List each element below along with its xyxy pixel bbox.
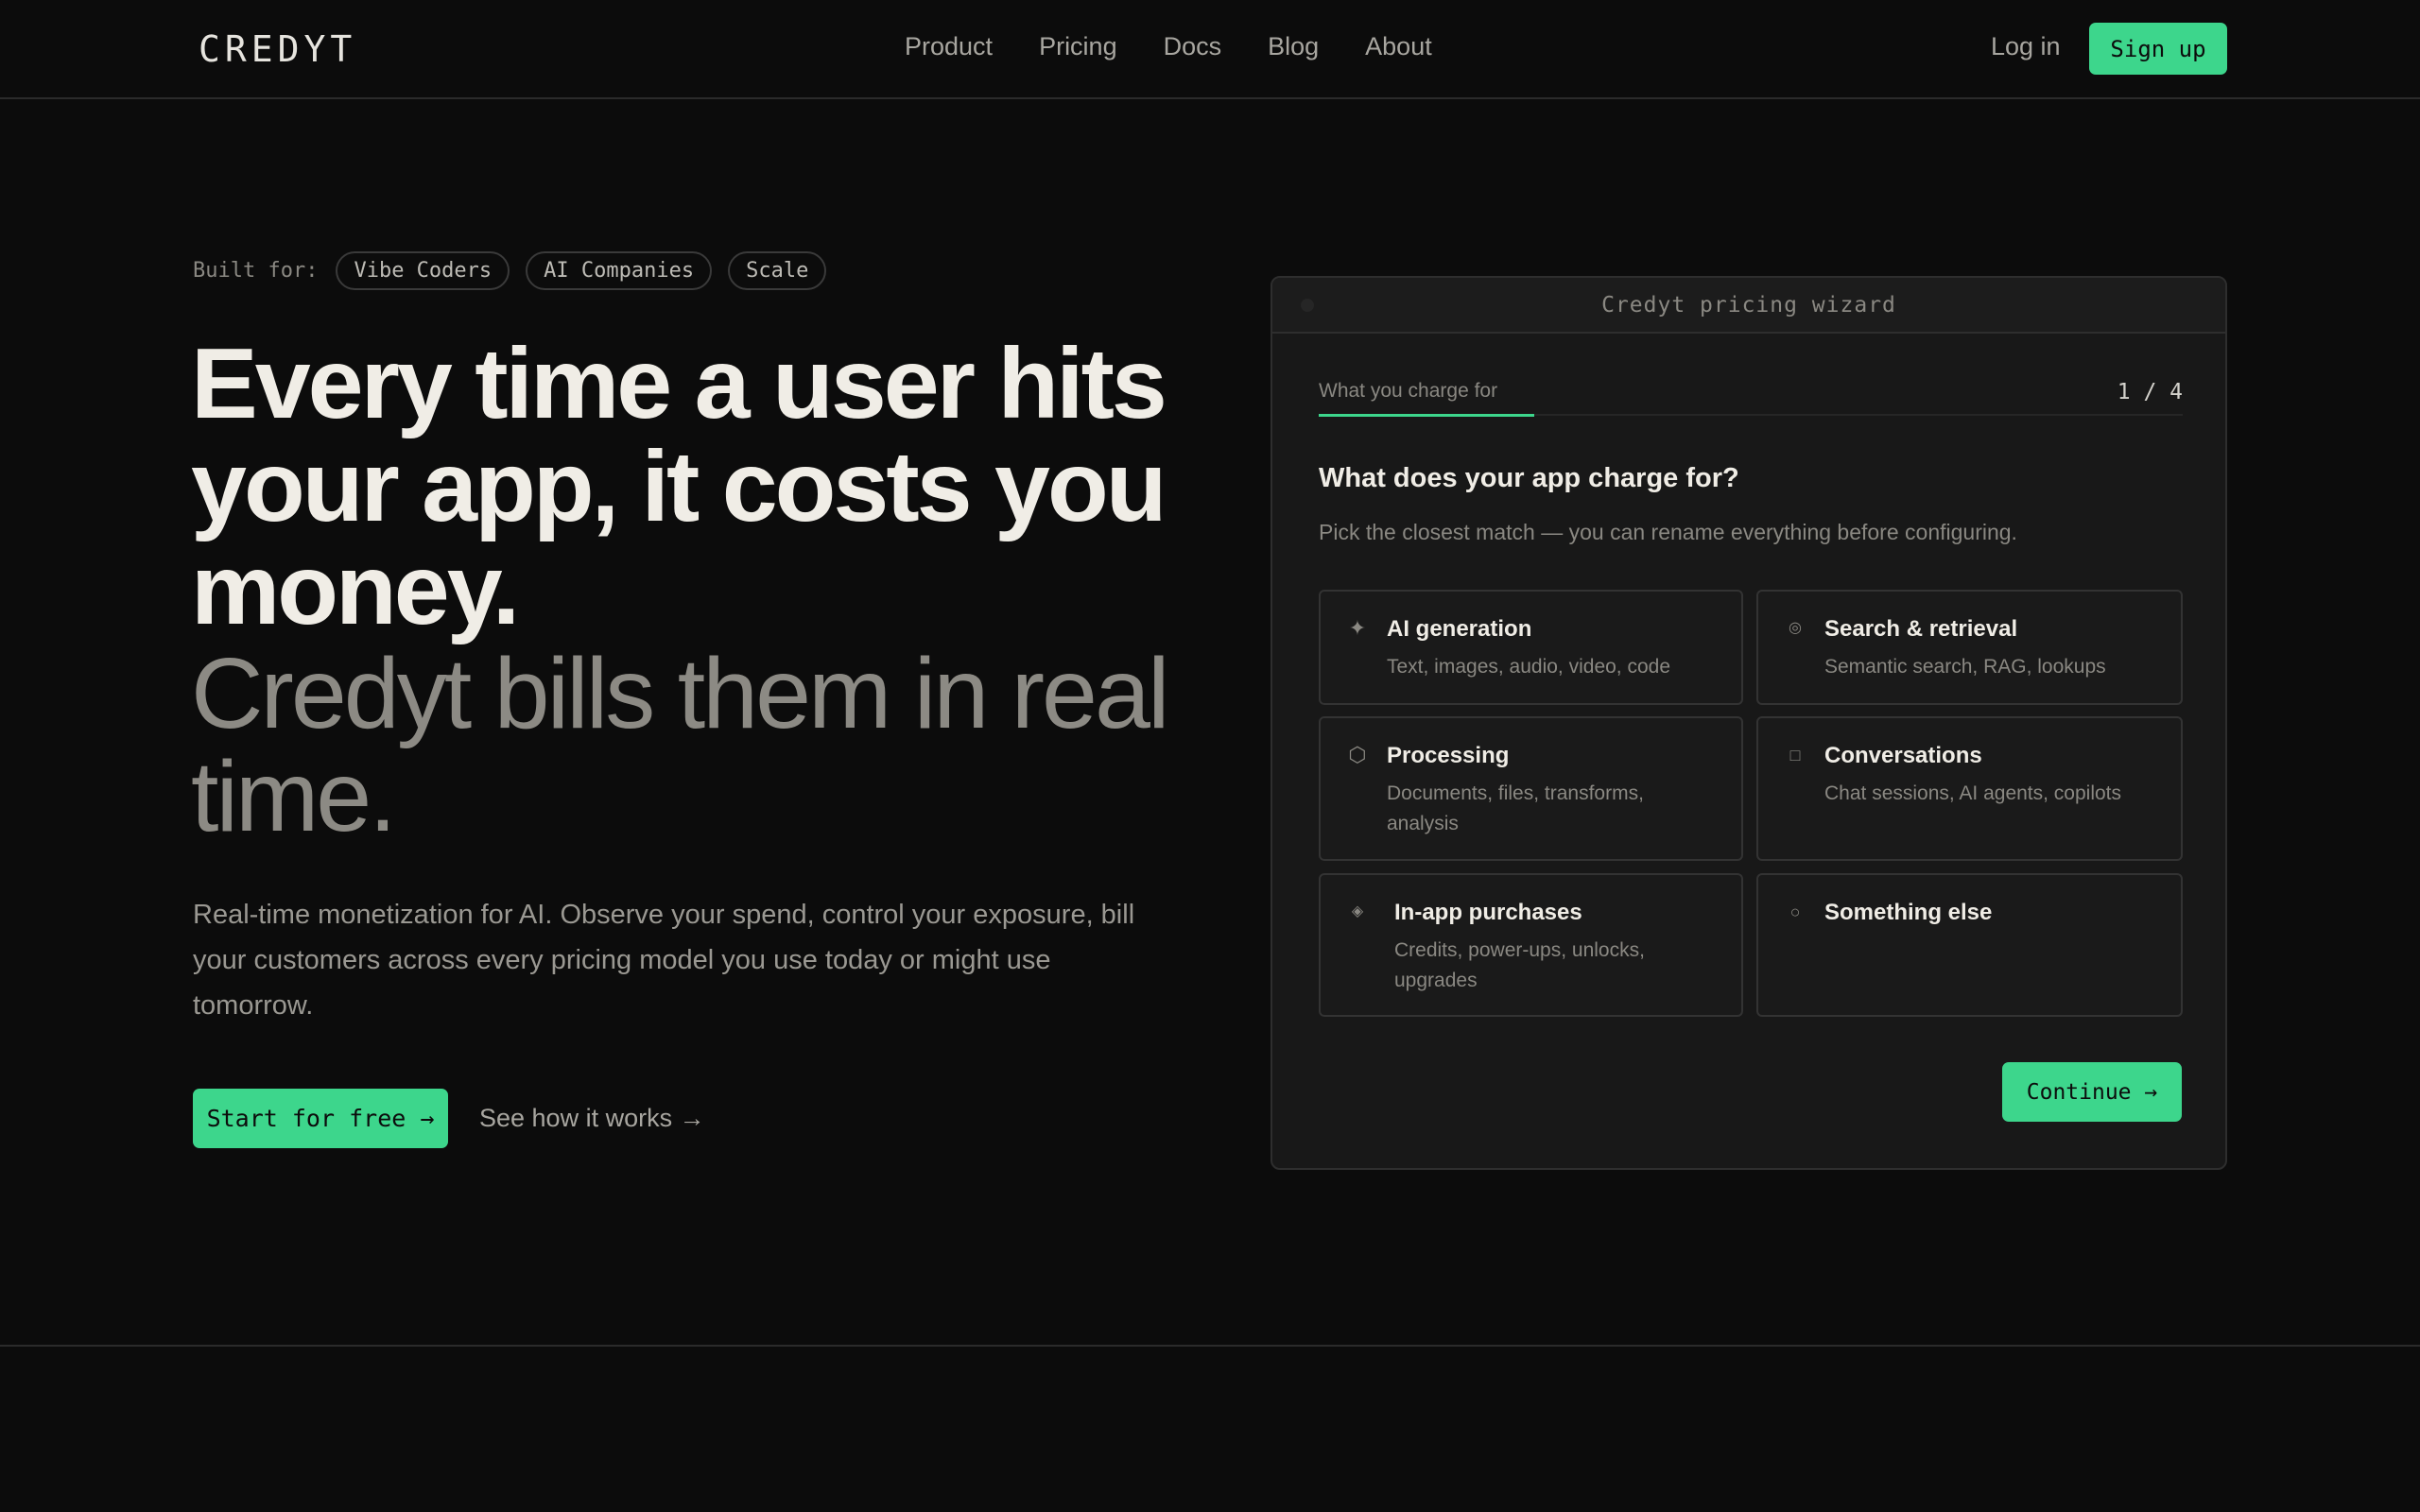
option-desc: Text, images, audio, video, code (1387, 656, 1671, 678)
top-nav: CREDYT Product Pricing Docs Blog About L… (0, 0, 2420, 99)
option-search-retrieval[interactable]: ◎ Search & retrieval Semantic search, RA… (1756, 590, 2183, 705)
continue-button[interactable]: Continue → (2002, 1062, 2182, 1122)
option-title: Processing (1387, 743, 1510, 768)
step-label: What you charge for (1319, 380, 1534, 417)
pricing-wizard: Credyt pricing wizard What you charge fo… (1270, 276, 2227, 1170)
built-for-row: Built for: Vibe Coders AI Companies Scal… (193, 251, 827, 290)
option-title: Conversations (1824, 743, 1982, 768)
option-title: Something else (1824, 900, 1993, 925)
login-link[interactable]: Log in (1991, 32, 2061, 61)
option-processing[interactable]: ⬡ Processing Documents, files, transform… (1319, 716, 1743, 861)
option-title: AI generation (1387, 616, 1532, 642)
square-icon: □ (1789, 746, 1801, 765)
start-for-free-button[interactable]: Start for free → (193, 1089, 448, 1148)
built-for-label: Built for: (193, 259, 319, 283)
option-something-else[interactable]: ○ Something else (1756, 873, 2183, 1017)
logo[interactable]: CREDYT (199, 28, 356, 72)
wizard-hint: Pick the closest match — you can rename … (1319, 520, 2017, 544)
wizard-question: What does your app charge for? (1319, 463, 1739, 493)
option-title: In-app purchases (1394, 900, 1582, 925)
nav-link-blog[interactable]: Blog (1268, 32, 1319, 61)
wizard-step-bar: What you charge for 1 / 4 (1319, 380, 2183, 417)
nav-link-docs[interactable]: Docs (1164, 32, 1222, 61)
sparkle-icon: ✦ (1348, 616, 1367, 640)
option-title: Search & retrieval (1824, 616, 2018, 642)
option-desc: Credits, power-ups, unlocks, upgrades (1394, 939, 1645, 991)
ring-icon: ◎ (1789, 620, 1802, 636)
hero-subhead: Credyt bills them in real time. (191, 638, 1170, 852)
diamond-icon: ◈ (1351, 903, 1364, 919)
signup-button[interactable]: Sign up (2089, 23, 2227, 75)
section-divider (0, 1345, 2420, 1347)
wizard-titlebar: Credyt pricing wizard (1272, 278, 2225, 334)
window-dot-icon (1301, 299, 1314, 312)
circle-icon: ○ (1789, 902, 1801, 921)
built-for-pill-ai-companies: AI Companies (526, 251, 713, 290)
step-count: 1 / 4 (2117, 380, 2183, 404)
see-how-it-works-link[interactable]: See how it works → (479, 1104, 705, 1133)
option-conversations[interactable]: □ Conversations Chat sessions, AI agents… (1756, 716, 2183, 861)
nav-links: Product Pricing Docs Blog About (905, 32, 1432, 61)
nav-link-product[interactable]: Product (905, 32, 993, 61)
option-desc: Semantic search, RAG, lookups (1824, 656, 2106, 678)
option-desc: Chat sessions, AI agents, copilots (1824, 782, 2122, 804)
built-for-pill-scale: Scale (728, 251, 827, 290)
option-ai-generation[interactable]: ✦ AI generation Text, images, audio, vid… (1319, 590, 1743, 705)
nav-link-pricing[interactable]: Pricing (1039, 32, 1117, 61)
built-for-pill-vibe-coders: Vibe Coders (336, 251, 510, 290)
hexagon-icon: ⬡ (1348, 743, 1367, 766)
nav-link-about[interactable]: About (1365, 32, 1432, 61)
hero-headline: Every time a user hits your app, it cost… (191, 328, 1167, 645)
wizard-title: Credyt pricing wizard (1601, 292, 1896, 318)
hero-lede: Real-time monetization for AI. Observe y… (193, 900, 1135, 1021)
option-desc: Documents, files, transforms, analysis (1387, 782, 1644, 834)
option-in-app-purchases[interactable]: ◈ In-app purchases Credits, power-ups, u… (1319, 873, 1743, 1017)
